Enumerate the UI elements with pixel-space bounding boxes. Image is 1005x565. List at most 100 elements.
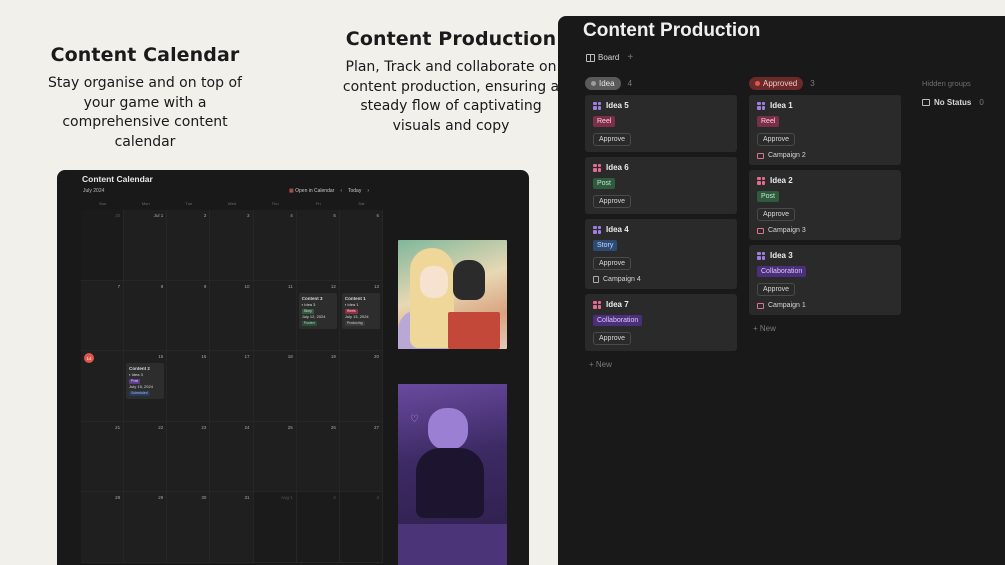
calendar-day-cell[interactable]: 3 [210, 210, 254, 281]
campaign-link[interactable]: Campaign 4 [593, 276, 729, 283]
calendar-day-cell[interactable]: 12 Content 3 ▪ Idea 3 Story July 12, 2024 Pos… [296, 280, 340, 351]
open-in-calendar-label: Open in Calendar [295, 188, 335, 194]
status-pill-label: Idea [599, 79, 615, 88]
prev-month-chevron-icon[interactable]: ‹ [340, 188, 342, 194]
calendar-day-cell[interactable]: 25 [253, 421, 297, 492]
approve-button[interactable]: Approve [757, 283, 796, 296]
calendar-day-cell[interactable]: 16 [167, 351, 211, 422]
calendar-day-cell[interactable]: 18 [253, 351, 297, 422]
idea-card[interactable]: Idea 1 Reel Approve Campaign 2 [749, 95, 901, 165]
calendar-day-cell[interactable]: 2 [296, 492, 340, 563]
day-number: 17 [244, 354, 250, 359]
open-in-calendar-button[interactable]: ▦ Open in Calendar [289, 188, 334, 194]
calendar-day-cell[interactable]: 15 Content 2 ▪ Idea 3 Post July 15, 2024 Sche… [124, 351, 168, 422]
calendar-day-cell[interactable]: 27 [339, 421, 383, 492]
calendar-day-cell[interactable]: 30 [167, 492, 211, 563]
approve-button[interactable]: Approve [593, 332, 632, 345]
approve-button[interactable]: Approve [593, 133, 632, 146]
new-card-label: New [595, 360, 612, 369]
calendar-day-cell[interactable]: 7 [81, 280, 125, 351]
idea-card[interactable]: Idea 7 Collaboration Approve [585, 294, 737, 351]
card-title: Idea 7 [606, 300, 629, 309]
calendar-day-cell[interactable]: Jul 1 [124, 210, 168, 281]
calendar-day-cell[interactable]: 13 Content 1 ▪ Idea 1 Reels July 13, 2024 Pro… [339, 280, 383, 351]
event-status-badge: Posted [301, 320, 317, 326]
calendar-month: July 2024 [83, 188, 105, 194]
card-tag-row: Story [593, 240, 729, 257]
idea-card[interactable]: Idea 2 Post Approve Campaign 3 [749, 170, 901, 240]
board-column-idea: Idea 5 Reel Approve Idea 6 Post Approve Idea 4… [585, 95, 737, 373]
approve-button[interactable]: Approve [593, 257, 632, 270]
status-pill-approved[interactable]: Approved [749, 77, 804, 90]
calendar-day-cell[interactable]: 11 [253, 280, 297, 351]
calendar-day-cell[interactable]: 26 [296, 421, 340, 492]
next-month-chevron-icon[interactable]: › [367, 188, 369, 194]
calendar-day-cell[interactable]: 3 [339, 492, 383, 563]
no-status-group[interactable]: No Status 0 [922, 98, 984, 107]
calendar-day-cell[interactable]: 17 [210, 351, 254, 422]
calendar-day-cell[interactable]: 8 [124, 280, 168, 351]
document-icon [593, 276, 599, 283]
campaign-link[interactable]: Campaign 2 [757, 152, 893, 159]
calendar-day-cell[interactable]: 29 [124, 492, 168, 563]
calendar-title: Content Calendar [82, 174, 153, 184]
content-production-promo: Content Production Plan, Track and colla… [338, 28, 564, 136]
day-number: 5 [333, 213, 336, 218]
status-pill-label: Approved [763, 79, 798, 88]
calendar-day-cell[interactable]: 21 [81, 421, 125, 492]
day-number: 30 [201, 495, 207, 500]
idea-card[interactable]: Idea 6 Post Approve [585, 157, 737, 214]
day-number: 7 [117, 283, 121, 289]
event-status-row: Posted [301, 320, 334, 326]
calendar-day-cell[interactable]: 10 [210, 280, 254, 351]
campaign-icon [757, 152, 764, 159]
card-action-row: Approve [593, 195, 729, 208]
approve-button[interactable]: Approve [593, 195, 632, 208]
calendar-event-card[interactable]: Content 2 ▪ Idea 3 Post July 15, 2024 Schedu… [126, 363, 165, 399]
calendar-event-card[interactable]: Content 1 ▪ Idea 1 Reels July 13, 2024 Produ… [341, 292, 380, 329]
calendar-day-cell[interactable]: 9 [167, 280, 211, 351]
calendar-day-cell[interactable]: 30 [81, 210, 125, 281]
calendar-day-cell[interactable]: 4 [253, 210, 297, 281]
content-type-tag: Collaboration [593, 315, 643, 326]
idea-card[interactable]: Idea 4 Story Approve Campaign 4 [585, 219, 737, 289]
calendar-day-cell[interactable]: 23 [167, 421, 211, 492]
content-type-tag: Reel [593, 116, 616, 127]
production-board: Content Production Board + Idea 4 Idea 5 Re… [558, 16, 1005, 565]
today-button[interactable]: Today [348, 188, 361, 194]
calendar-day-cell[interactable]: 31 [210, 492, 254, 563]
campaign-link[interactable]: Campaign 1 [757, 302, 893, 309]
plus-icon: + [753, 324, 760, 333]
campaign-icon [757, 302, 764, 309]
day-number: 6 [376, 213, 379, 218]
new-card-button[interactable]: + New [585, 356, 737, 373]
calendar-day-cell[interactable]: Aug 1 [253, 492, 297, 563]
calendar-day-cell[interactable]: 2 [167, 210, 211, 281]
add-view-button[interactable]: + [627, 52, 633, 63]
idea-card[interactable]: Idea 3 Collaboration Approve Campaign 1 [749, 245, 901, 315]
calendar-day-cell[interactable]: 20 [339, 351, 383, 422]
calendar-day-cell[interactable]: 5 [296, 210, 340, 281]
calendar-window: Content Calendar July 2024 ▦ Open in Cal… [57, 170, 529, 565]
calendar-day-cell[interactable]: 6 [339, 210, 383, 281]
calendar-day-cell[interactable]: 14 [81, 351, 125, 422]
calendar-day-cell[interactable]: 19 [296, 351, 340, 422]
calendar-day-cell[interactable]: 24 [210, 421, 254, 492]
status-pill-idea[interactable]: Idea [585, 77, 621, 90]
campaign-link[interactable]: Campaign 3 [757, 227, 893, 234]
event-idea-name: Idea 3 [304, 301, 316, 307]
idea-grid-icon [593, 163, 601, 172]
board-view-tab[interactable]: Board [586, 53, 619, 62]
new-card-button[interactable]: + New [749, 320, 901, 337]
day-number: 2 [203, 213, 207, 218]
day-number: 14 [84, 353, 94, 363]
day-number: 30 [115, 213, 121, 218]
calendar-event-card[interactable]: Content 3 ▪ Idea 3 Story July 12, 2024 Poste… [298, 292, 337, 329]
calendar-day-cell[interactable]: 22 [124, 421, 168, 492]
approve-button[interactable]: Approve [757, 133, 796, 146]
idea-card[interactable]: Idea 5 Reel Approve [585, 95, 737, 152]
event-status-row: Scheduled [129, 390, 161, 396]
approve-button[interactable]: Approve [757, 208, 796, 221]
calendar-day-cell[interactable]: 28 [81, 492, 125, 563]
idea-grid-icon [757, 251, 765, 260]
